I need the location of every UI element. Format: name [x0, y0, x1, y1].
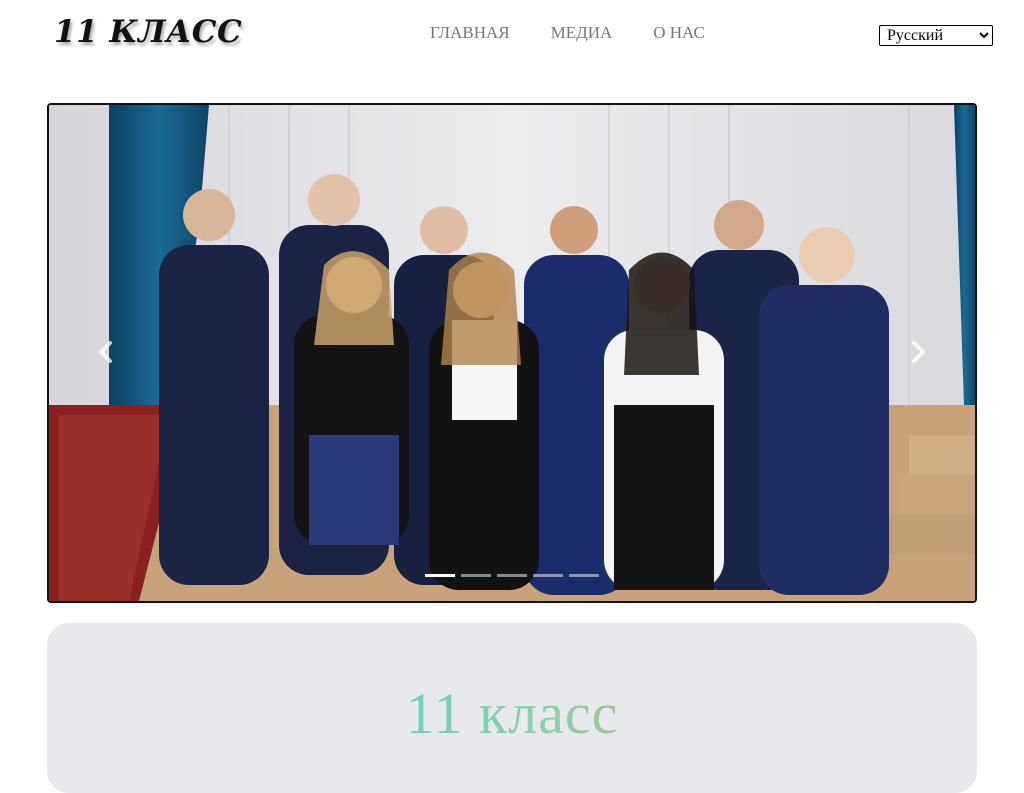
chevron-right-icon: [912, 341, 925, 363]
carousel-indicator[interactable]: [425, 574, 455, 577]
main-nav: ГЛАВНАЯ МЕДИА О НАС: [430, 23, 705, 43]
nav-link-media[interactable]: МЕДИА: [551, 23, 613, 43]
carousel-slide-photo: [49, 105, 975, 601]
carousel-indicator[interactable]: [569, 574, 599, 577]
nav-link-about[interactable]: О НАС: [653, 23, 705, 43]
site-header: 11 КЛАСС ГЛАВНАЯ МЕДИА О НАС Русский: [0, 0, 1024, 80]
language-select[interactable]: Русский: [879, 25, 993, 46]
carousel-indicator[interactable]: [533, 574, 563, 577]
site-logo[interactable]: 11 КЛАСС: [54, 14, 242, 50]
carousel-indicator[interactable]: [497, 574, 527, 577]
carousel-indicators: [425, 574, 599, 577]
carousel-next-button[interactable]: [903, 337, 933, 367]
carousel-indicator[interactable]: [461, 574, 491, 577]
page-title: 11 класс: [47, 685, 977, 743]
carousel-prev-button[interactable]: [91, 337, 121, 367]
chevron-left-icon: [99, 341, 112, 363]
nav-link-home[interactable]: ГЛАВНАЯ: [430, 23, 510, 43]
photo-carousel[interactable]: [47, 103, 977, 603]
